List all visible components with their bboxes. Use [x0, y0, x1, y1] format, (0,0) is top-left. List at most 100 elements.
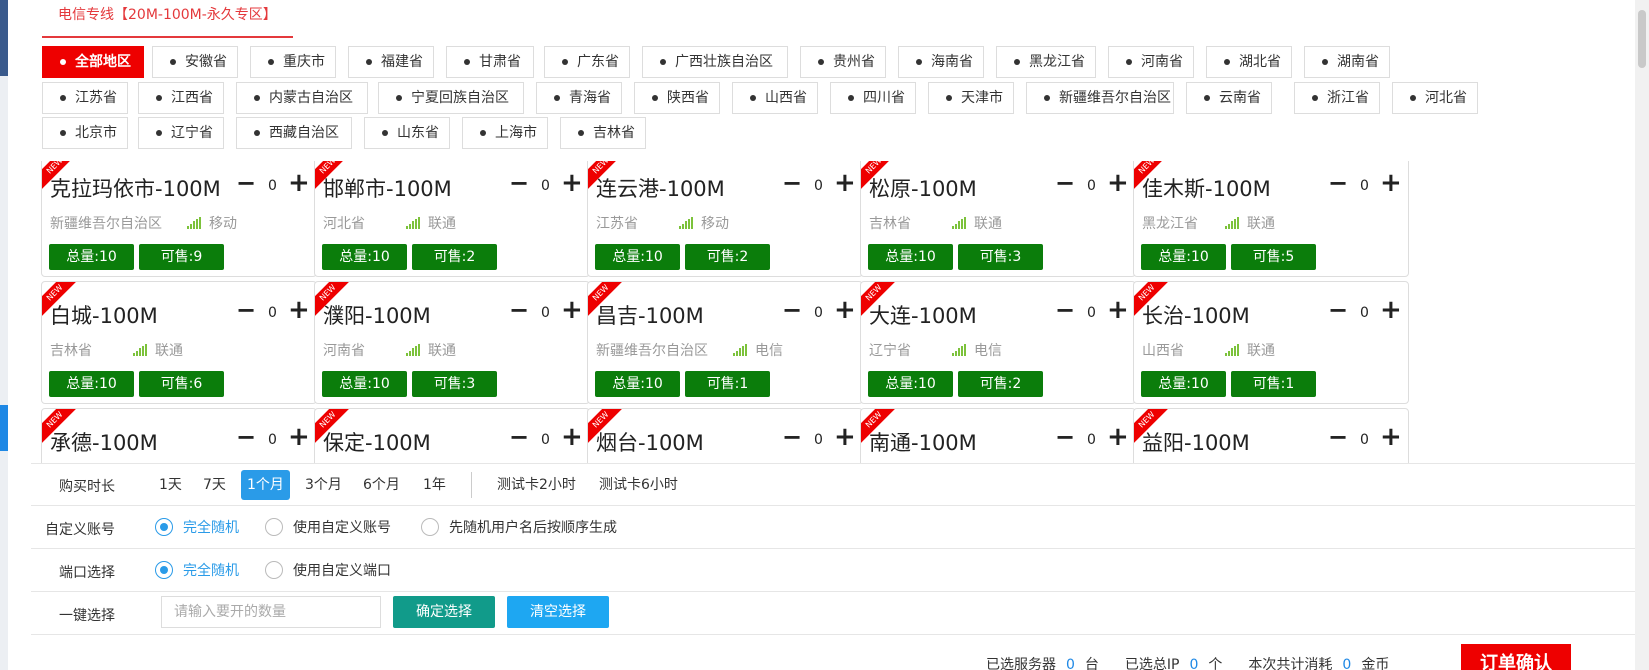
duration-option[interactable]: 测试卡2小时: [491, 470, 582, 500]
decrement-button[interactable]: −: [509, 423, 529, 451]
increment-button[interactable]: +: [561, 168, 583, 198]
bullet-icon: [464, 59, 470, 65]
account-radio[interactable]: 完全随机: [155, 517, 239, 537]
region-filter-item[interactable]: 吉林省: [560, 117, 646, 149]
duration-option[interactable]: 1天: [153, 470, 188, 500]
region-filter-item[interactable]: 四川省: [830, 82, 916, 114]
decrement-button[interactable]: −: [782, 296, 802, 324]
duration-option[interactable]: 测试卡6小时: [593, 470, 684, 500]
decrement-button[interactable]: −: [236, 423, 256, 451]
port-radio-label: 使用自定义端口: [293, 563, 391, 579]
region-filter-item[interactable]: 湖南省: [1304, 46, 1390, 78]
region-filter-item[interactable]: 江苏省: [42, 82, 128, 114]
region-filter-item[interactable]: 辽宁省: [138, 117, 224, 149]
region-filter-item[interactable]: 山东省: [364, 117, 450, 149]
increment-button[interactable]: +: [834, 168, 856, 198]
region-filter-item[interactable]: 天津市: [928, 82, 1014, 114]
signal-icon: [133, 344, 149, 356]
region-filter-item[interactable]: 北京市: [42, 117, 128, 149]
clear-select-button[interactable]: 清空选择: [507, 596, 609, 628]
region-filter-item[interactable]: 陕西省: [634, 82, 720, 114]
region-filter-item[interactable]: 新疆维吾尔自治区: [1026, 82, 1174, 114]
duration-label: 购买时长: [59, 479, 115, 495]
bullet-icon: [554, 95, 560, 101]
region-filter-item[interactable]: 江西省: [138, 82, 224, 114]
tab-telecom-line[interactable]: 电信专线【20M-100M-永久专区】: [42, 0, 293, 38]
region-filter-item[interactable]: 广西壮族自治区: [642, 46, 788, 78]
region-filter-item[interactable]: 重庆市: [250, 46, 336, 78]
increment-button[interactable]: +: [1107, 168, 1129, 198]
port-radio[interactable]: 使用自定义端口: [265, 560, 391, 580]
region-filter-item[interactable]: 青海省: [536, 82, 622, 114]
region-filter-item[interactable]: 湖北省: [1206, 46, 1292, 78]
card-title: 保定-100M: [323, 431, 431, 455]
decrement-button[interactable]: −: [782, 423, 802, 451]
decrement-button[interactable]: −: [509, 169, 529, 197]
confirm-select-button[interactable]: 确定选择: [393, 596, 495, 628]
quantity-value: 0: [268, 305, 277, 321]
increment-button[interactable]: +: [1380, 422, 1402, 452]
server-card-grid: NEW 克拉玛依市-100M −0 + 新疆维吾尔自治区 移动 总量:10 可售:9 NEW 邯郸…: [41, 161, 1481, 463]
region-filter-item[interactable]: 浙江省: [1294, 82, 1380, 114]
increment-button[interactable]: +: [1380, 168, 1402, 198]
total-badge: 总量:10: [868, 244, 953, 270]
region-filter-item[interactable]: 贵州省: [800, 46, 886, 78]
region-filter-item[interactable]: 河南省: [1108, 46, 1194, 78]
region-filter-item[interactable]: 上海市: [462, 117, 548, 149]
region-filter-item[interactable]: 甘肃省: [446, 46, 534, 78]
scrollbar-thumb[interactable]: [1638, 10, 1646, 68]
order-confirm-button[interactable]: 订单确认: [1461, 644, 1571, 670]
region-filter-item[interactable]: 宁夏回族自治区: [378, 82, 524, 114]
bullet-icon: [268, 59, 274, 65]
region-filter-item[interactable]: 广东省: [544, 46, 630, 78]
port-radio[interactable]: 完全随机: [155, 560, 239, 580]
region-filter-item[interactable]: 内蒙古自治区: [236, 82, 368, 114]
duration-option[interactable]: 1年: [417, 470, 452, 500]
duration-option[interactable]: 7天: [197, 470, 232, 500]
decrement-button[interactable]: −: [1328, 296, 1348, 324]
increment-button[interactable]: +: [288, 422, 310, 452]
bullet-icon: [1204, 95, 1210, 101]
region-label: 福建省: [381, 54, 423, 70]
increment-button[interactable]: +: [561, 422, 583, 452]
increment-button[interactable]: +: [1107, 295, 1129, 325]
decrement-button[interactable]: −: [1055, 423, 1075, 451]
decrement-button[interactable]: −: [236, 296, 256, 324]
region-filter-item[interactable]: 福建省: [348, 46, 434, 78]
region-filter-item[interactable]: 全部地区: [42, 46, 144, 78]
region-filter-item[interactable]: 西藏自治区: [236, 117, 352, 149]
decrement-button[interactable]: −: [1328, 423, 1348, 451]
decrement-button[interactable]: −: [782, 169, 802, 197]
region-filter-item[interactable]: 安徽省: [152, 46, 238, 78]
region-filter-item[interactable]: 河北省: [1392, 82, 1478, 114]
ips-unit: 个: [1208, 657, 1223, 670]
increment-button[interactable]: +: [561, 295, 583, 325]
increment-button[interactable]: +: [1380, 295, 1402, 325]
region-filter-item[interactable]: 黑龙江省: [996, 46, 1096, 78]
decrement-button[interactable]: −: [1055, 296, 1075, 324]
increment-button[interactable]: +: [834, 295, 856, 325]
region-filter-item[interactable]: 云南省: [1186, 82, 1272, 114]
region-filter-item[interactable]: 海南省: [898, 46, 984, 78]
decrement-button[interactable]: −: [1328, 169, 1348, 197]
duration-option[interactable]: 3个月: [299, 470, 348, 500]
decrement-button[interactable]: −: [236, 169, 256, 197]
duration-option[interactable]: 1个月: [241, 470, 290, 500]
bullet-icon: [562, 59, 568, 65]
duration-option[interactable]: 6个月: [357, 470, 406, 500]
region-label: 北京市: [75, 125, 117, 141]
vertical-scrollbar[interactable]: [1635, 0, 1649, 670]
increment-button[interactable]: +: [288, 168, 310, 198]
increment-button[interactable]: +: [834, 422, 856, 452]
region-filter-item[interactable]: 山西省: [732, 82, 818, 114]
account-radio[interactable]: 使用自定义账号: [265, 517, 391, 537]
region-label: 天津市: [961, 90, 1003, 106]
account-radio[interactable]: 先随机用户名后按顺序生成: [421, 517, 617, 537]
server-card: NEW 佳木斯-100M −0 + 黑龙江省 联通 总量:10 可售:5: [1133, 161, 1409, 277]
quantity-input[interactable]: [161, 596, 381, 628]
decrement-button[interactable]: −: [1055, 169, 1075, 197]
region-label: 辽宁省: [171, 125, 213, 141]
increment-button[interactable]: +: [1107, 422, 1129, 452]
decrement-button[interactable]: −: [509, 296, 529, 324]
increment-button[interactable]: +: [288, 295, 310, 325]
